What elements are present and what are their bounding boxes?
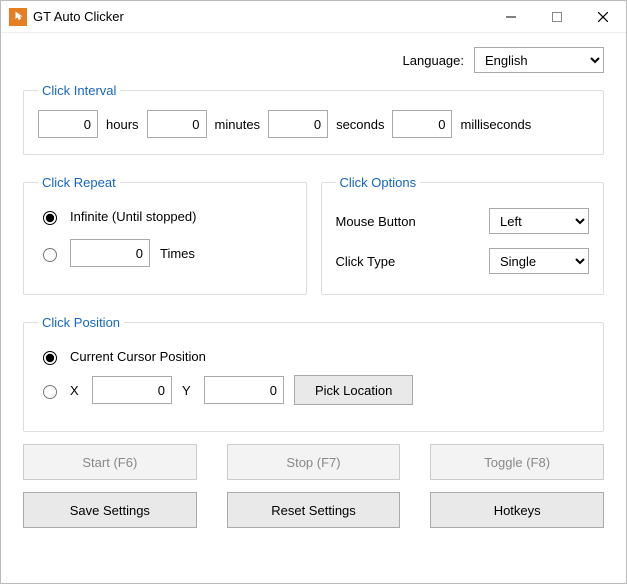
position-current-radio[interactable] xyxy=(43,351,57,365)
milliseconds-label: milliseconds xyxy=(460,117,531,132)
titlebar: GT Auto Clicker xyxy=(1,1,626,33)
click-interval-group: Click Interval hours minutes seconds mil… xyxy=(23,83,604,155)
repeat-infinite-radio[interactable] xyxy=(43,211,57,225)
minutes-label: minutes xyxy=(215,117,261,132)
minutes-input[interactable] xyxy=(147,110,207,138)
click-position-legend: Click Position xyxy=(38,315,124,330)
position-x-label: X xyxy=(70,383,82,398)
window-title: GT Auto Clicker xyxy=(33,9,124,24)
mouse-button-select[interactable]: Left xyxy=(489,208,589,234)
repeat-times-input[interactable] xyxy=(70,239,150,267)
click-repeat-group: Click Repeat Infinite (Until stopped) Ti… xyxy=(23,175,307,295)
repeat-times-radio[interactable] xyxy=(43,248,57,262)
position-y-input[interactable] xyxy=(204,376,284,404)
mouse-button-label: Mouse Button xyxy=(336,214,490,229)
position-x-input[interactable] xyxy=(92,376,172,404)
click-repeat-legend: Click Repeat xyxy=(38,175,120,190)
click-position-group: Click Position Current Cursor Position X… xyxy=(23,315,604,432)
click-type-select[interactable]: Single xyxy=(489,248,589,274)
start-button[interactable]: Start (F6) xyxy=(23,444,197,480)
language-select[interactable]: English xyxy=(474,47,604,73)
click-options-legend: Click Options xyxy=(336,175,421,190)
reset-settings-button[interactable]: Reset Settings xyxy=(227,492,401,528)
minimize-button[interactable] xyxy=(488,1,534,33)
repeat-infinite-label: Infinite (Until stopped) xyxy=(70,209,196,224)
language-label: Language: xyxy=(403,53,464,68)
position-current-label: Current Cursor Position xyxy=(70,349,206,364)
seconds-input[interactable] xyxy=(268,110,328,138)
stop-button[interactable]: Stop (F7) xyxy=(227,444,401,480)
maximize-button[interactable] xyxy=(534,1,580,33)
hours-label: hours xyxy=(106,117,139,132)
position-y-label: Y xyxy=(182,383,194,398)
app-icon xyxy=(9,8,27,26)
save-settings-button[interactable]: Save Settings xyxy=(23,492,197,528)
seconds-label: seconds xyxy=(336,117,384,132)
position-xy-radio[interactable] xyxy=(43,385,57,399)
toggle-button[interactable]: Toggle (F8) xyxy=(430,444,604,480)
repeat-times-label: Times xyxy=(160,246,195,261)
click-type-label: Click Type xyxy=(336,254,490,269)
milliseconds-input[interactable] xyxy=(392,110,452,138)
click-interval-legend: Click Interval xyxy=(38,83,120,98)
pick-location-button[interactable]: Pick Location xyxy=(294,375,413,405)
close-button[interactable] xyxy=(580,1,626,33)
hotkeys-button[interactable]: Hotkeys xyxy=(430,492,604,528)
click-options-group: Click Options Mouse Button Left Click Ty… xyxy=(321,175,605,295)
hours-input[interactable] xyxy=(38,110,98,138)
